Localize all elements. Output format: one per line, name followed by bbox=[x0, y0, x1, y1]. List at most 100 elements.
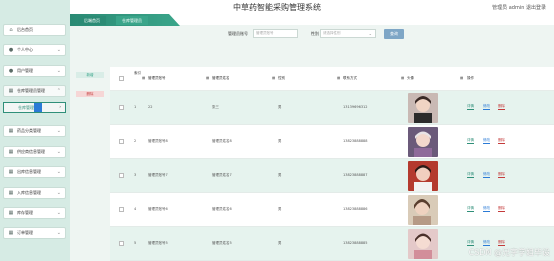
grid-icon: ▦ bbox=[460, 76, 464, 80]
avatar-photo bbox=[408, 93, 438, 123]
chevron-right-icon: › bbox=[59, 104, 61, 109]
row-checkbox[interactable] bbox=[119, 139, 124, 144]
row-checkbox[interactable] bbox=[119, 241, 124, 246]
app-title: 中草药智能采购管理系统 bbox=[233, 3, 321, 12]
grid-icon: ▦ bbox=[206, 76, 210, 80]
cell-name: 管理员姓名7 bbox=[212, 173, 232, 177]
sidebar-item-users[interactable]: ● 用户管理 ⌄ bbox=[3, 65, 66, 77]
sidebar-item-label: 个人中心 bbox=[17, 47, 33, 52]
detail-button[interactable]: 详情 bbox=[467, 104, 474, 110]
submenu-warehouse-admin[interactable]: 仓库管理员 › bbox=[3, 102, 66, 113]
chevron-down-icon: ⌄ bbox=[56, 210, 61, 216]
data-table: 索引 ▦ 管理员账号 ▦ 管理员姓名 ▦ 性别 ▦ 联系方式 ▦ 头像 ▦ 操作… bbox=[110, 67, 554, 261]
cell-index: 3 bbox=[134, 173, 137, 177]
column-header-account: 管理员账号 bbox=[148, 76, 166, 80]
home-icon: ⌂ bbox=[9, 27, 13, 33]
cell-name: 管理员姓名5 bbox=[212, 241, 232, 245]
sidebar-item-inbound[interactable]: ▦ 入库信息管理 ⌄ bbox=[3, 187, 66, 199]
grid-icon: ▦ bbox=[142, 76, 146, 80]
delete-row-button[interactable]: 删除 bbox=[498, 172, 505, 178]
cell-index: 4 bbox=[134, 207, 137, 211]
sidebar-item-label: 仓库管理员管理 bbox=[17, 88, 45, 93]
sidebar-item-label: 后台首页 bbox=[17, 27, 33, 32]
cell-index: 5 bbox=[134, 241, 137, 245]
cell-account: 22 bbox=[148, 105, 153, 109]
cell-gender: 男 bbox=[278, 241, 282, 245]
cell-name: 管理员姓名6 bbox=[212, 207, 232, 211]
column-header-name: 管理员姓名 bbox=[212, 76, 230, 80]
sidebar-item-home[interactable]: ⌂ 后台首页 bbox=[3, 24, 66, 36]
sidebar-item-inventory[interactable]: ▦ 库存管理 ⌄ bbox=[3, 207, 66, 219]
tab-home[interactable]: 后端首页 bbox=[78, 16, 106, 25]
user-icon: ● bbox=[8, 68, 14, 74]
grid-icon: ▦ bbox=[401, 76, 405, 80]
delete-row-button[interactable]: 删除 bbox=[498, 206, 505, 212]
row-checkbox[interactable] bbox=[119, 173, 124, 178]
cell-account: 管理员账号6 bbox=[148, 207, 168, 211]
search-button[interactable]: 查询 bbox=[384, 29, 404, 39]
cell-account: 管理员账号5 bbox=[148, 241, 168, 245]
cell-account: 管理员账号7 bbox=[148, 173, 168, 177]
cell-phone: 13139696312 bbox=[343, 105, 368, 109]
gender-label: 性别 bbox=[311, 31, 319, 36]
grid-icon: ▦ bbox=[8, 210, 14, 216]
cell-index: 2 bbox=[134, 139, 137, 143]
tab-current[interactable]: 仓库管理员 bbox=[116, 16, 148, 25]
grid-icon: ▦ bbox=[8, 230, 14, 236]
delete-button[interactable]: 删除 bbox=[76, 91, 104, 97]
sidebar-item-drug-category[interactable]: ▦ 药品分类管理 ⌄ bbox=[3, 125, 66, 137]
cell-phone: 13823888886 bbox=[343, 207, 368, 211]
avatar-photo bbox=[408, 127, 438, 157]
detail-button[interactable]: 详情 bbox=[467, 206, 474, 212]
select-all-checkbox[interactable] bbox=[119, 76, 124, 81]
column-header-gender: 性别 bbox=[278, 76, 285, 80]
sidebar-item-profile[interactable]: ● 个人中心 ⌄ bbox=[3, 44, 66, 56]
sidebar-item-supplier[interactable]: ▦ 供应商信息管理 ⌄ bbox=[3, 146, 66, 158]
cell-name: 管理员姓名8 bbox=[212, 139, 232, 143]
sidebar-item-label: 库存管理 bbox=[17, 210, 33, 215]
chevron-down-icon: ⌄ bbox=[368, 31, 372, 36]
sidebar-item-label: 入库信息管理 bbox=[17, 190, 41, 195]
search-row: 管理员账号 管理员账号 性别 请选择性别 ⌄ 查询 bbox=[70, 27, 554, 41]
detail-button[interactable]: 详情 bbox=[467, 240, 474, 246]
row-checkbox[interactable] bbox=[119, 207, 124, 212]
account-search-input[interactable]: 管理员账号 bbox=[253, 29, 298, 38]
chevron-down-icon: ⌄ bbox=[56, 230, 61, 236]
user-icon: ● bbox=[8, 47, 14, 53]
edit-button[interactable]: 修改 bbox=[483, 240, 490, 246]
grid-icon: ▦ bbox=[8, 88, 14, 94]
table-row: 4 管理员账号6 管理员姓名6 男 13823888886 详情 修改 删除 bbox=[110, 193, 554, 227]
edit-button[interactable]: 修改 bbox=[483, 172, 490, 178]
grid-icon: ▦ bbox=[8, 128, 14, 134]
edit-button[interactable]: 修改 bbox=[483, 138, 490, 144]
detail-button[interactable]: 详情 bbox=[467, 172, 474, 178]
chevron-down-icon: ⌄ bbox=[56, 149, 61, 155]
grid-icon: ▦ bbox=[272, 76, 276, 80]
user-info[interactable]: 管理员 admin 退出登录 bbox=[492, 4, 546, 11]
gender-select-value: 请选择性别 bbox=[323, 31, 341, 35]
column-header-avatar: 头像 bbox=[407, 76, 414, 80]
cell-phone: 13823888885 bbox=[343, 241, 368, 245]
delete-row-button[interactable]: 删除 bbox=[498, 104, 505, 110]
sidebar-item-outbound[interactable]: ▦ 出库信息管理 ⌄ bbox=[3, 166, 66, 178]
delete-row-button[interactable]: 删除 bbox=[498, 138, 505, 144]
watermark: CSDN @兄字学姐毕设 bbox=[468, 248, 550, 257]
edit-button[interactable]: 修改 bbox=[483, 104, 490, 110]
chevron-down-icon: ⌄ bbox=[56, 68, 61, 74]
grid-icon: ▦ bbox=[8, 190, 14, 196]
avatar-photo bbox=[408, 229, 438, 259]
sidebar-item-warehouse-admin[interactable]: ▦ 仓库管理员管理 ⌃ bbox=[3, 85, 66, 97]
cell-phone: 13823888887 bbox=[343, 173, 368, 177]
gender-select[interactable]: 请选择性别 ⌄ bbox=[320, 29, 376, 38]
add-button[interactable]: 新增 bbox=[76, 72, 104, 78]
table-header: 索引 ▦ 管理员账号 ▦ 管理员姓名 ▦ 性别 ▦ 联系方式 ▦ 头像 ▦ 操作 bbox=[110, 67, 554, 91]
chevron-down-icon: ⌄ bbox=[56, 190, 61, 196]
sidebar-item-orders[interactable]: ▦ 订单管理 ⌄ bbox=[3, 227, 66, 239]
grid-icon: ▦ bbox=[8, 169, 14, 175]
row-checkbox[interactable] bbox=[119, 105, 124, 110]
avatar-photo bbox=[408, 195, 438, 225]
detail-button[interactable]: 详情 bbox=[467, 138, 474, 144]
cell-gender: 男 bbox=[278, 139, 282, 143]
delete-row-button[interactable]: 删除 bbox=[498, 240, 505, 246]
edit-button[interactable]: 修改 bbox=[483, 206, 490, 212]
